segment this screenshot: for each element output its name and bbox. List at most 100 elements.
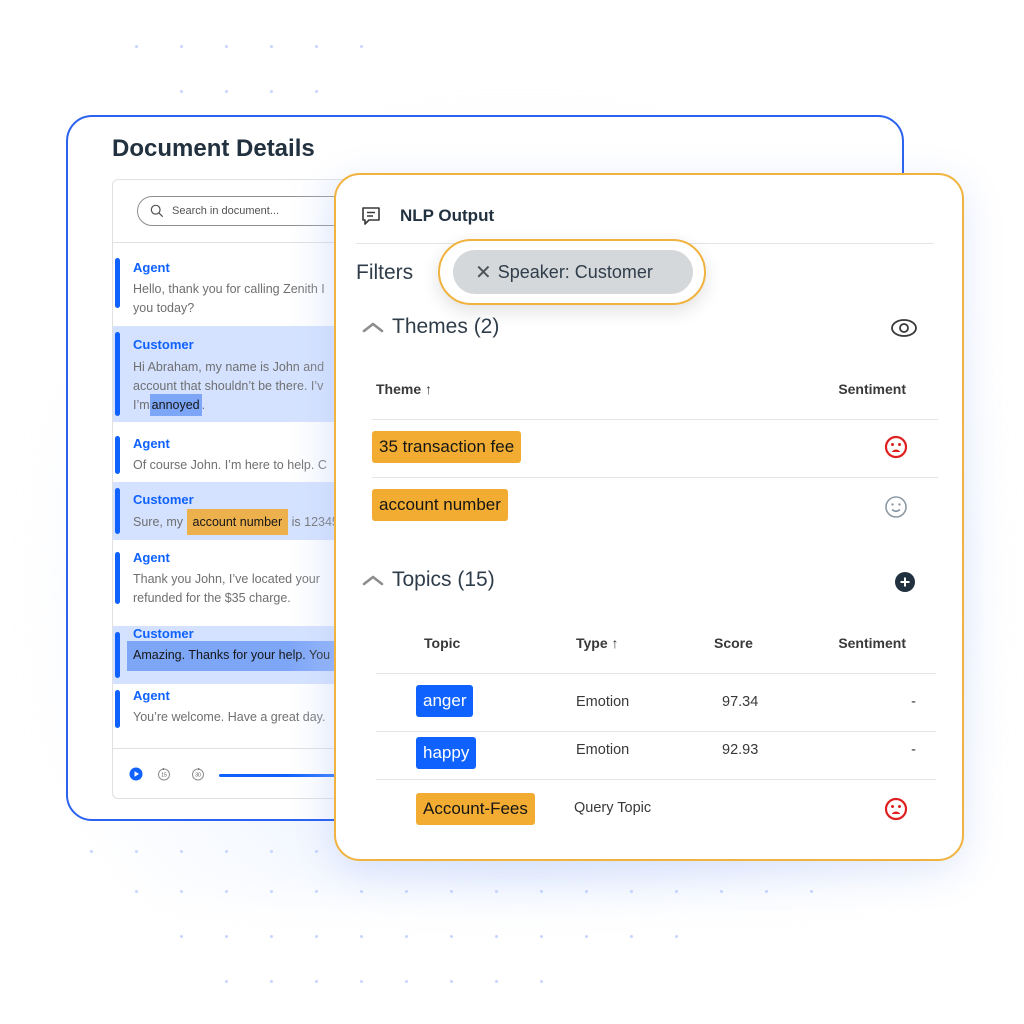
theme-tag[interactable]: account number	[372, 489, 508, 521]
background-dot	[585, 935, 588, 938]
topic-sentiment: -	[911, 694, 916, 710]
speaker-label: Agent	[133, 260, 170, 275]
column-header-score[interactable]: Score	[714, 635, 753, 651]
column-header-sentiment[interactable]: Sentiment	[838, 381, 906, 397]
column-header-theme[interactable]: Theme ↑	[376, 381, 432, 397]
background-dot	[315, 45, 318, 48]
topic-tag[interactable]: happy	[416, 737, 477, 769]
turn-text: refunded for the $35 charge.	[133, 591, 291, 605]
filters-label: Filters	[356, 261, 414, 284]
background-dot	[180, 45, 183, 48]
turn-text: Of course John. I’m here to help. C	[133, 458, 327, 472]
background-dot	[540, 935, 543, 938]
topic-tag[interactable]: anger	[416, 685, 474, 717]
chat-icon	[362, 207, 380, 225]
search-icon	[150, 204, 164, 218]
speaker-label: Agent	[133, 688, 170, 703]
filter-chip-highlight: ✕ Speaker: Customer	[438, 239, 706, 305]
background-dot	[360, 45, 363, 48]
turn-text: Hi Abraham, my name is John and	[133, 360, 325, 374]
background-dot	[270, 45, 273, 48]
divider	[372, 477, 938, 478]
background-dot	[225, 90, 228, 93]
chevron-up-icon[interactable]	[362, 320, 384, 334]
rewind-15-icon[interactable]: 15	[157, 767, 171, 781]
background-dot	[225, 45, 228, 48]
speaker-bar	[115, 332, 120, 416]
background-dot	[270, 90, 273, 93]
background-dot	[450, 935, 453, 938]
highlight-emotion[interactable]: annoyed	[149, 394, 202, 416]
topics-section-header[interactable]: Topics (15)	[362, 568, 495, 592]
background-dot	[360, 935, 363, 938]
background-dot	[135, 45, 138, 48]
turn-text: Amazing. Thanks for your help. You	[133, 648, 331, 662]
background-dot	[360, 980, 363, 983]
background-dot	[225, 980, 228, 983]
sad-face-icon	[884, 797, 908, 821]
chevron-up-icon[interactable]	[362, 573, 384, 587]
speaker-label: Customer	[133, 492, 194, 507]
add-icon[interactable]	[894, 571, 916, 593]
column-header-topic[interactable]: Topic	[424, 635, 460, 651]
divider	[372, 419, 938, 420]
topic-sentiment: -	[911, 742, 916, 758]
play-icon[interactable]	[129, 767, 143, 781]
topic-score: 97.34	[722, 694, 759, 710]
topic-tag[interactable]: Account-Fees	[416, 793, 535, 825]
forward-30-icon[interactable]: 30	[191, 767, 205, 781]
background-dot	[675, 935, 678, 938]
divider	[376, 731, 936, 732]
page-title: Document Details	[112, 135, 315, 162]
forward-label: 30	[195, 773, 201, 779]
divider	[376, 779, 936, 780]
turn-text: Thank you John, I’ve located your	[133, 572, 320, 586]
background-dot	[630, 935, 633, 938]
background-dot	[315, 90, 318, 93]
filter-chip-label: Speaker: Customer	[497, 261, 653, 282]
topic-score: 92.93	[722, 742, 759, 758]
background-dot	[180, 90, 183, 93]
sad-face-icon	[884, 435, 908, 459]
close-icon[interactable]: ✕	[475, 260, 492, 285]
background-dot	[180, 935, 183, 938]
neutral-face-icon	[885, 496, 907, 518]
background-dot	[405, 980, 408, 983]
background-dot	[405, 935, 408, 938]
column-header-sentiment[interactable]: Sentiment	[838, 635, 906, 651]
speaker-label: Agent	[133, 436, 170, 451]
speaker-bar	[115, 488, 120, 534]
speaker-label: Customer	[133, 337, 194, 352]
speaker-bar	[115, 436, 120, 474]
topic-type: Emotion	[576, 694, 630, 710]
theme-tag[interactable]: 35 transaction fee	[372, 431, 522, 463]
topic-type: Query Topic	[574, 800, 652, 816]
background-dot	[270, 980, 273, 983]
column-header-type[interactable]: Type ↑	[576, 635, 619, 651]
speaker-label: Customer	[133, 626, 194, 641]
background-dot	[270, 935, 273, 938]
divider	[376, 673, 936, 674]
highlight-theme[interactable]: account number	[186, 509, 289, 535]
speaker-bar	[115, 632, 120, 678]
turn-text: You’re welcome. Have a great day.	[133, 710, 326, 724]
background-dot	[225, 935, 228, 938]
turn-text: .	[201, 398, 206, 412]
filter-chip-speaker[interactable]: ✕ Speaker: Customer	[453, 250, 693, 294]
eye-icon[interactable]	[890, 317, 918, 339]
themes-heading: Themes (2)	[392, 315, 500, 338]
nlp-title: NLP Output	[400, 206, 495, 225]
background-dot	[315, 935, 318, 938]
nlp-header: NLP Output	[360, 205, 494, 227]
background-dot	[450, 980, 453, 983]
turn-text: Hello, thank you for calling Zenith I	[133, 282, 325, 296]
background-dot	[495, 980, 498, 983]
nlp-output-card: NLP Output Filters ✕ Speaker: Customer T…	[334, 173, 964, 861]
background-dot	[540, 980, 543, 983]
speaker-bar	[115, 690, 120, 728]
turn-text: Sure, my	[133, 515, 184, 529]
turn-text: I’m	[133, 398, 150, 412]
topic-type: Emotion	[576, 742, 630, 758]
themes-section-header[interactable]: Themes (2)	[362, 315, 499, 339]
background-dot	[495, 935, 498, 938]
